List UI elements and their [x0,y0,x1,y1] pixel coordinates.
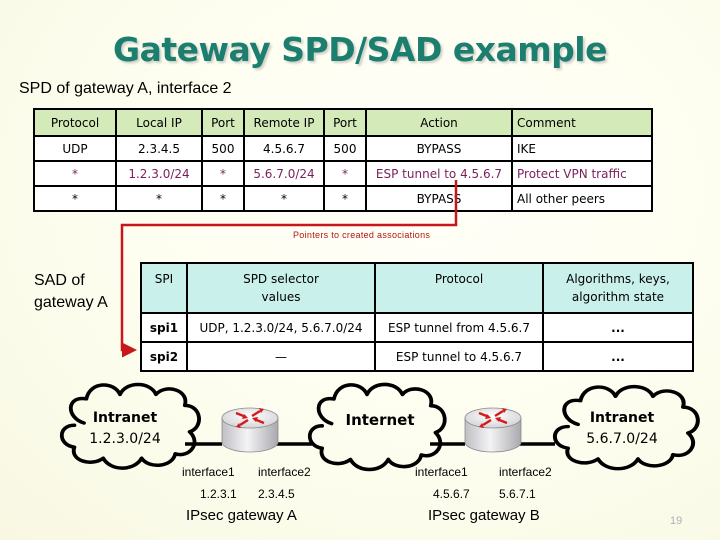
router-gateway-b-icon [463,406,523,454]
spd-cell-protocol: * [33,160,117,187]
spd-cell-local-port: 500 [201,135,245,162]
spd-cell-action: ESP tunnel to 4.5.6.7 [365,160,513,187]
spd-cell-remote-ip: 5.6.7.0/24 [243,160,325,187]
spd-cell-comment: Protect VPN traffic [511,160,653,187]
gw-b-name: IPsec gateway B [428,507,540,524]
sad-caption: SAD of gateway A [34,270,108,314]
spd-col-remote-ip: Remote IP [243,108,325,137]
spd-cell-local-port: * [201,160,245,187]
gw-b-if2-ip: 5.6.7.1 [499,487,536,501]
intranet-b-label: Intranet 5.6.7.0/24 [572,408,672,450]
spd-cell-local-port: * [201,185,245,212]
spd-row: UDP 2.3.4.5 500 4.5.6.7 500 BYPASS IKE [33,135,653,162]
spd-cell-action: BYPASS [365,135,513,162]
spd-cell-local-ip: 1.2.3.0/24 [115,160,203,187]
sad-col-selector-line2: values [261,290,301,304]
spd-cell-remote-port: * [323,185,367,212]
spd-cell-local-ip: * [115,185,203,212]
spd-cell-protocol: UDP [33,135,117,162]
intranet-a-name: Intranet [92,410,158,426]
spd-row: * 1.2.3.0/24 * 5.6.7.0/24 * ESP tunnel t… [33,160,653,187]
sad-col-selector-line1: SPD selector [243,272,319,286]
sad-col-spi-label: SPI [154,272,174,286]
spd-caption: SPD of gateway A, interface 2 [19,80,232,97]
gw-a-if2-name: interface2 [258,465,311,479]
spd-col-action: Action [365,108,513,137]
sad-row: spi2 — ESP tunnel to 4.5.6.7 ... [140,341,694,372]
spd-row: * * * * * BYPASS All other peers [33,185,653,212]
spd-cell-comment: IKE [511,135,653,162]
sad-col-protocol: Protocol [374,262,544,314]
gw-b-if2-name: interface2 [499,465,552,479]
router-gateway-a-icon [220,406,280,454]
spd-table: Protocol Local IP Port Remote IP Port Ac… [33,108,653,212]
spd-col-local-port: Port [201,108,245,137]
intranet-b-name: Intranet [589,410,655,426]
page-number: 19 [670,515,683,527]
sad-col-spi: SPI [140,262,188,314]
spd-col-remote-port: Port [323,108,367,137]
gw-a-if2-ip: 2.3.4.5 [258,487,295,501]
spd-cell-remote-ip: 4.5.6.7 [243,135,325,162]
spd-col-local-ip: Local IP [115,108,203,137]
sad-cell-spi: spi2 [140,341,188,372]
spd-header-row: Protocol Local IP Port Remote IP Port Ac… [33,108,653,137]
sad-cell-algorithms: ... [542,341,694,372]
gw-b-if1-ip: 4.5.6.7 [433,487,470,501]
intranet-b-subnet: 5.6.7.0/24 [586,431,658,447]
sad-cell-protocol: ESP tunnel from 4.5.6.7 [374,312,544,343]
spd-cell-action: BYPASS [365,185,513,212]
gw-a-name: IPsec gateway A [186,507,297,524]
gw-b-if1-name: interface1 [415,465,468,479]
spd-col-comment: Comment [511,108,653,137]
sad-caption-line1: SAD of [34,272,85,289]
internet-name: Internet [345,411,415,429]
sad-cell-spi: spi1 [140,312,188,343]
sad-cell-protocol: ESP tunnel to 4.5.6.7 [374,341,544,372]
spd-col-protocol: Protocol [33,108,117,137]
sad-col-protocol-label: Protocol [434,272,484,286]
internet-label: Internet [340,410,420,431]
sad-col-algorithms: Algorithms, keys, algorithm state [542,262,694,314]
sad-cell-selector: — [186,341,376,372]
sad-table: SPI SPD selector values Protocol Algorit… [140,262,694,372]
intranet-a-label: Intranet 1.2.3.0/24 [80,408,170,450]
sad-caption-line2: gateway A [34,294,108,311]
spd-cell-protocol: * [33,185,117,212]
sad-col-algorithms-line1: Algorithms, keys, [566,272,670,286]
sad-header-row: SPI SPD selector values Protocol Algorit… [140,262,694,314]
spd-cell-local-ip: 2.3.4.5 [115,135,203,162]
pointer-label: Pointers to created associations [293,230,431,240]
sad-row: spi1 UDP, 1.2.3.0/24, 5.6.7.0/24 ESP tun… [140,312,694,343]
gw-a-if1-ip: 1.2.3.1 [200,487,237,501]
intranet-a-subnet: 1.2.3.0/24 [89,431,161,447]
sad-col-algorithms-line2: algorithm state [571,290,665,304]
gw-a-if1-name: interface1 [182,465,235,479]
spd-cell-remote-port: * [323,160,367,187]
sad-col-selector: SPD selector values [186,262,376,314]
slide-title: Gateway SPD/SAD example [113,30,607,69]
spd-cell-remote-ip: * [243,185,325,212]
sad-cell-algorithms: ... [542,312,694,343]
spd-cell-comment: All other peers [511,185,653,212]
spd-cell-remote-port: 500 [323,135,367,162]
sad-cell-selector: UDP, 1.2.3.0/24, 5.6.7.0/24 [186,312,376,343]
